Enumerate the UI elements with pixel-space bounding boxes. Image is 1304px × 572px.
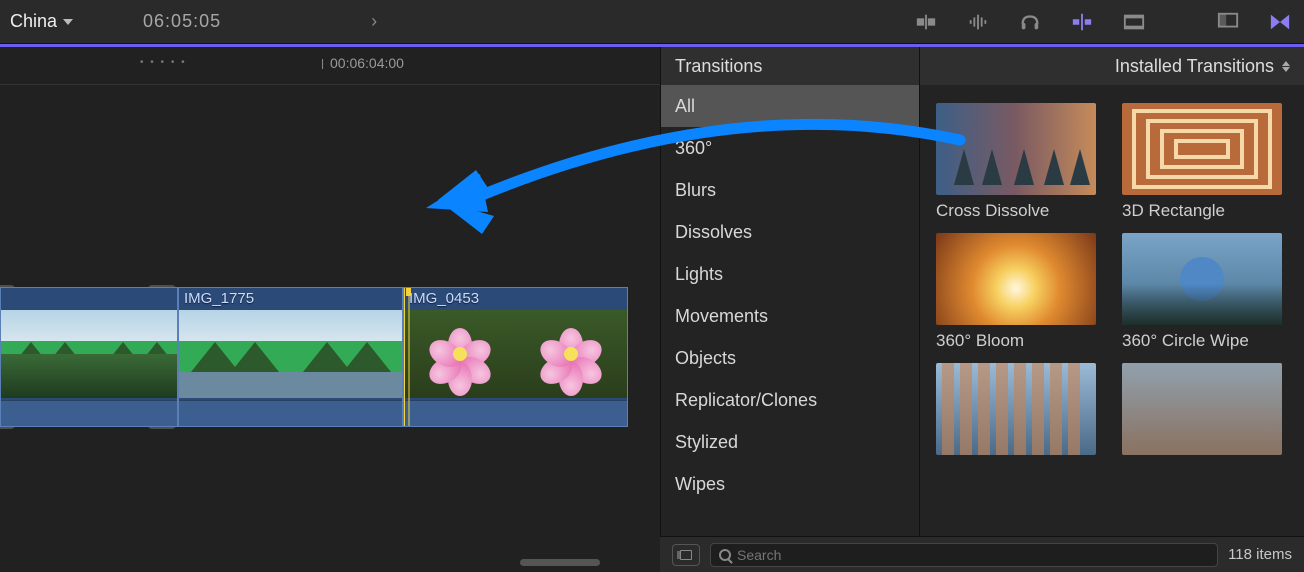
chevron-right-icon[interactable]: ›	[371, 11, 377, 32]
main-area: • • • • • 00:06:04:00 IMG_1775	[0, 44, 1304, 572]
transitions-browser: Installed Transitions Cross Dissolve	[920, 47, 1304, 572]
category-wipes[interactable]: Wipes	[661, 463, 919, 505]
category-objects[interactable]: Objects	[661, 337, 919, 379]
edit-point[interactable]	[403, 288, 414, 427]
audio-skim-icon[interactable]	[964, 11, 992, 33]
snapping-icon[interactable]	[1068, 11, 1096, 33]
project-name-label: China	[10, 11, 57, 32]
horizontal-scrollbar[interactable]	[520, 559, 600, 566]
category-360[interactable]: 360°	[661, 127, 919, 169]
transition-label: 360° Bloom	[936, 331, 1102, 351]
transitions-categories: Transitions All 360° Blurs Dissolves Lig…	[660, 47, 920, 572]
windows-icon[interactable]	[1214, 11, 1242, 33]
category-movements[interactable]: Movements	[661, 295, 919, 337]
transition-item[interactable]	[936, 363, 1102, 461]
search-input[interactable]	[737, 547, 1209, 563]
project-dropdown[interactable]: China	[10, 11, 73, 32]
transition-label: 3D Rectangle	[1122, 201, 1288, 221]
category-dissolves[interactable]: Dissolves	[661, 211, 919, 253]
transition-label: 360° Circle Wipe	[1122, 331, 1288, 351]
transitions-grid: Cross Dissolve 3D Rectangle 360° Bloom	[920, 85, 1304, 572]
search-icon	[719, 549, 731, 561]
skimming-icon[interactable]	[912, 11, 940, 33]
timeline[interactable]: • • • • • 00:06:04:00 IMG_1775	[0, 47, 660, 572]
panel-title: Transitions	[661, 47, 919, 85]
transitions-browser-icon[interactable]	[1266, 11, 1294, 33]
category-all[interactable]: All	[661, 85, 919, 127]
category-blurs[interactable]: Blurs	[661, 169, 919, 211]
clip-label: IMG_1775	[184, 290, 254, 307]
timeline-ruler[interactable]: • • • • • 00:06:04:00	[0, 47, 660, 85]
filmstrip-icon[interactable]	[1120, 11, 1148, 33]
solo-icon[interactable]	[1016, 11, 1044, 33]
search-box[interactable]	[710, 543, 1218, 567]
browser-footer: 118 items	[660, 536, 1304, 572]
layout-button[interactable]	[672, 544, 700, 566]
item-count: 118 items	[1228, 546, 1292, 563]
category-stylized[interactable]: Stylized	[661, 421, 919, 463]
transition-label: Cross Dissolve	[936, 201, 1102, 221]
transition-360-circle-wipe[interactable]: 360° Circle Wipe	[1122, 233, 1288, 351]
clip-partial[interactable]	[0, 287, 178, 427]
clip-label: IMG_0453	[409, 290, 479, 307]
category-lights[interactable]: Lights	[661, 253, 919, 295]
transition-3d-rectangle[interactable]: 3D Rectangle	[1122, 103, 1288, 221]
ruler-marks: • • • • •	[140, 57, 187, 68]
ruler-label: 00:06:04:00	[330, 55, 404, 71]
chevron-down-icon	[63, 19, 73, 25]
clip-img-1775[interactable]: IMG_1775	[178, 287, 403, 427]
top-toolbar: China 06:05:05 ›	[0, 0, 1304, 44]
clip-img-0453[interactable]: IMG_0453	[403, 287, 628, 427]
updown-icon	[1282, 61, 1290, 72]
transition-item[interactable]	[1122, 363, 1288, 461]
browser-filter[interactable]: Installed Transitions	[920, 47, 1304, 85]
filter-label: Installed Transitions	[1115, 56, 1274, 77]
transition-cross-dissolve[interactable]: Cross Dissolve	[936, 103, 1102, 221]
category-replicator[interactable]: Replicator/Clones	[661, 379, 919, 421]
timecode-display: 06:05:05	[143, 11, 221, 32]
transition-360-bloom[interactable]: 360° Bloom	[936, 233, 1102, 351]
toolbar-icons	[912, 11, 1294, 33]
primary-storyline: IMG_1775 IMG_0453	[0, 287, 628, 427]
